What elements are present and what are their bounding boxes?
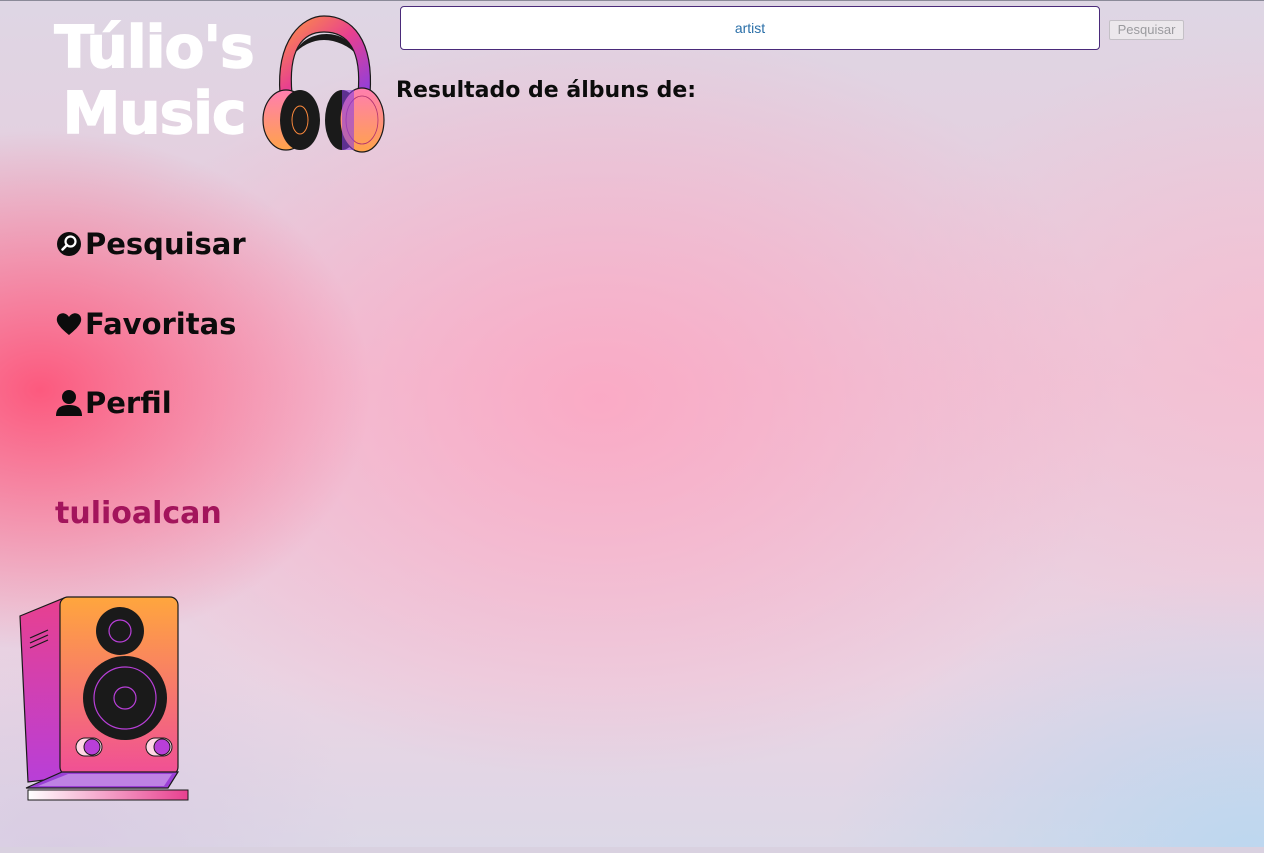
window-top-edge: [0, 0, 1264, 1]
logo-line-1: Túlio's: [54, 13, 256, 81]
app-logo: Túlio's Music: [44, 13, 264, 147]
nav-item-favorites[interactable]: Favoritas: [55, 307, 236, 341]
window-bottom-edge: [0, 847, 1264, 853]
headphones-icon: [262, 15, 385, 153]
search-icon: [55, 230, 83, 258]
logo-line-2: Music: [62, 79, 247, 147]
search-input[interactable]: [400, 6, 1100, 50]
heart-icon: [55, 310, 83, 338]
nav-label-profile: Perfil: [85, 386, 172, 420]
username: tulioalcan: [55, 496, 222, 531]
speaker-icon: [19, 596, 189, 801]
nav-item-search[interactable]: Pesquisar: [55, 227, 246, 261]
nav-label-search: Pesquisar: [85, 227, 246, 261]
user-icon: [55, 389, 83, 417]
results-title: Resultado de álbuns de:: [396, 78, 697, 103]
search-button[interactable]: Pesquisar: [1109, 20, 1184, 40]
nav-item-profile[interactable]: Perfil: [55, 386, 172, 420]
nav-label-favorites: Favoritas: [85, 307, 237, 341]
